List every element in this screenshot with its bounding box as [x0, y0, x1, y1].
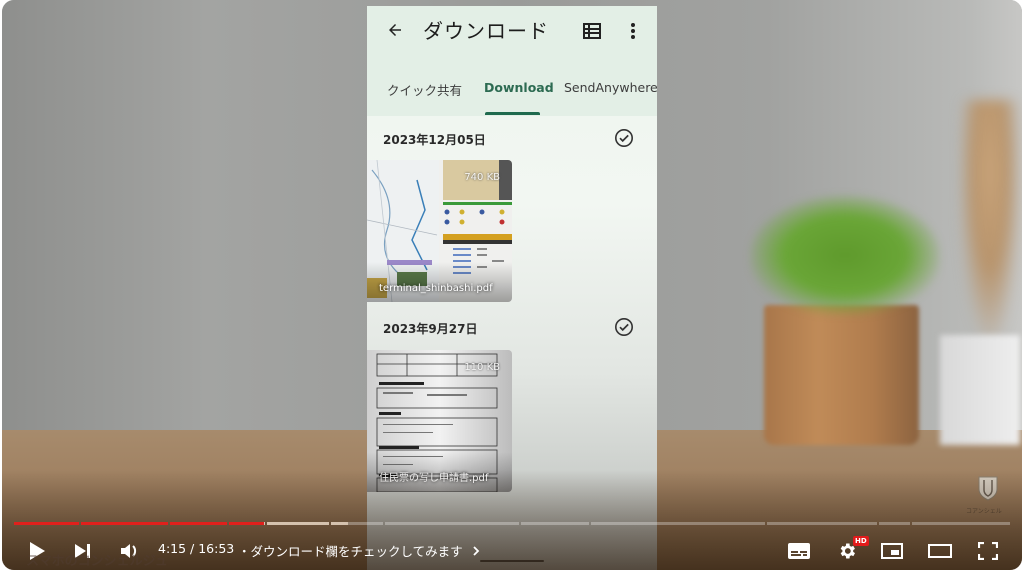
file-size: 110 KB	[464, 362, 500, 373]
tab-quick-share[interactable]: クイック共有	[387, 80, 462, 99]
more-vert-icon	[631, 23, 635, 39]
chapter-segment[interactable]	[266, 522, 329, 525]
chapter-segment[interactable]	[766, 522, 877, 525]
fullscreen-button[interactable]	[974, 538, 1002, 564]
channel-watermark: スマホのコンシェルジュ	[26, 554, 168, 569]
wooden-figure-decor	[960, 100, 1020, 340]
miniplayer-icon	[881, 543, 903, 559]
tab-download[interactable]: Download	[484, 80, 554, 95]
file-thumbnail[interactable]: 740 KB terminal_shinbashi.pdf	[367, 160, 512, 302]
active-tab-indicator	[485, 112, 540, 115]
plant-pot-decor	[764, 305, 919, 445]
phone-screen: ダウンロード クイック共有 Download SendAnywhere 2023…	[367, 6, 657, 570]
chapter-segment[interactable]	[384, 522, 519, 525]
subtitles-button[interactable]	[786, 538, 812, 564]
chapter-segment[interactable]	[590, 522, 765, 525]
chapter-segment[interactable]	[80, 522, 169, 525]
chapter-title-button[interactable]: ・ダウンロード欄をチェックしてみます	[238, 541, 481, 560]
played-fill	[14, 522, 79, 525]
more-options-button[interactable]	[621, 18, 645, 44]
chapter-segment[interactable]	[330, 522, 383, 525]
video-player[interactable]: ダウンロード クイック共有 Download SendAnywhere 2023…	[2, 0, 1022, 570]
chapter-segment[interactable]	[912, 522, 1010, 525]
chapter-segment[interactable]	[520, 522, 589, 525]
section-date: 2023年9月27日	[383, 322, 478, 336]
chapter-segment[interactable]	[229, 522, 265, 525]
gesture-nav-bar	[480, 560, 544, 562]
file-thumbnail[interactable]: 110 KB 住民票の写し申請書.pdf	[367, 350, 512, 492]
tab-sendanywhere[interactable]: SendAnywhere	[564, 80, 657, 95]
buffered-fill	[330, 522, 348, 525]
thumbnail-shade	[367, 262, 512, 302]
miniplayer-button[interactable]	[878, 538, 906, 564]
theater-mode-icon	[928, 544, 952, 558]
chapter-segment[interactable]	[170, 522, 228, 525]
progress-bar[interactable]	[14, 522, 1010, 526]
theater-mode-button[interactable]	[926, 538, 954, 564]
select-all-check-icon[interactable]	[614, 317, 634, 337]
chapter-segment[interactable]	[878, 522, 911, 525]
back-button[interactable]	[381, 16, 409, 44]
fullscreen-icon	[978, 542, 998, 560]
file-size: 740 KB	[464, 172, 500, 183]
hd-badge: HD	[853, 536, 869, 546]
page-title: ダウンロード	[423, 19, 549, 43]
arrow-left-icon	[389, 24, 401, 36]
time-display: 4:15 / 16:53	[158, 541, 235, 556]
cup-decor	[940, 335, 1020, 445]
section-date: 2023年12月05日	[383, 133, 486, 147]
tab-bar: クイック共有 Download SendAnywhere	[367, 74, 657, 116]
played-fill	[80, 522, 169, 525]
file-name: 住民票の写し申請書.pdf	[379, 473, 489, 484]
chevron-right-icon	[472, 546, 479, 556]
plant-decor	[750, 195, 940, 315]
buffered-fill	[266, 522, 329, 525]
channel-logo-caption: コアンシェル	[966, 508, 1002, 515]
file-name: terminal_shinbashi.pdf	[379, 283, 493, 294]
channel-logo-icon	[978, 476, 998, 501]
chapter-segment[interactable]	[14, 522, 79, 525]
chapter-title: ・ダウンロード欄をチェックしてみます	[238, 544, 463, 559]
subtitles-icon	[788, 543, 810, 559]
list-view-icon	[583, 23, 601, 39]
select-all-check-icon[interactable]	[614, 128, 634, 148]
played-fill	[229, 522, 265, 525]
played-fill	[170, 522, 228, 525]
app-bar: ダウンロード クイック共有 Download SendAnywhere	[367, 6, 657, 116]
list-view-button[interactable]	[579, 18, 605, 44]
